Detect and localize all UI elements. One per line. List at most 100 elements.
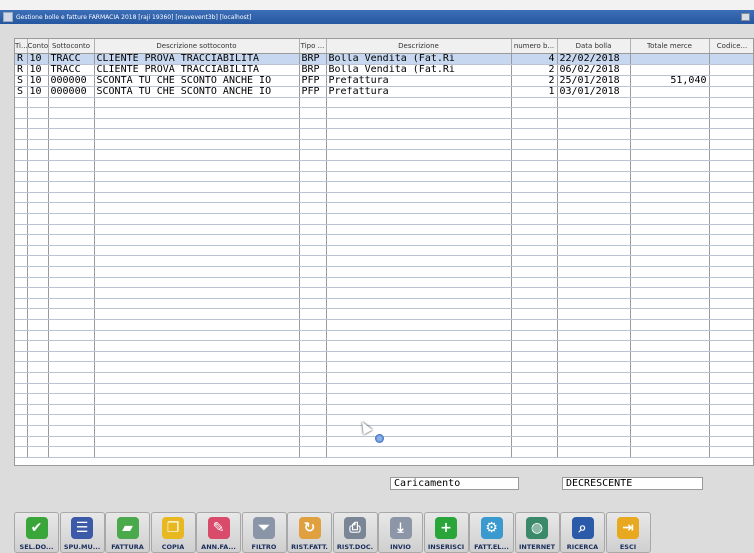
cell-descrizione[interactable]	[326, 118, 512, 130]
cell-numero[interactable]	[511, 308, 558, 320]
cell-tipo-doc[interactable]	[299, 298, 327, 310]
cell-descrizione[interactable]	[326, 224, 512, 236]
cell-tipo[interactable]	[15, 319, 28, 331]
table-row[interactable]	[15, 361, 753, 373]
cell-descrizione[interactable]	[326, 97, 512, 109]
cell-tipo[interactable]: S	[15, 75, 28, 87]
cell-totale-merce[interactable]	[630, 298, 710, 310]
cell-codice[interactable]	[709, 425, 753, 437]
cell-descrizione-sottoconto[interactable]	[94, 139, 300, 151]
cell-totale-merce[interactable]	[630, 277, 710, 289]
table-row[interactable]	[15, 266, 753, 278]
cell-descrizione[interactable]	[326, 393, 512, 405]
cell-descrizione[interactable]	[326, 192, 512, 204]
cell-totale-merce[interactable]	[630, 107, 710, 119]
cell-totale-merce[interactable]	[630, 139, 710, 151]
cell-tipo-doc[interactable]	[299, 266, 327, 278]
cell-numero[interactable]	[511, 436, 558, 448]
cell-codice[interactable]	[709, 330, 753, 342]
cell-tipo[interactable]	[15, 107, 28, 119]
cell-conto[interactable]	[27, 308, 49, 320]
cell-conto[interactable]	[27, 181, 49, 193]
cell-totale-merce[interactable]	[630, 340, 710, 352]
cell-totale-merce[interactable]	[630, 414, 710, 426]
cell-sottoconto[interactable]	[48, 330, 95, 342]
cell-tipo[interactable]	[15, 425, 28, 437]
table-row[interactable]	[15, 287, 753, 299]
cell-tipo-doc[interactable]: PFP	[299, 75, 327, 87]
cell-numero[interactable]	[511, 393, 558, 405]
table-row[interactable]	[15, 383, 753, 395]
cell-descrizione-sottoconto[interactable]: SCONTA TU CHE SCONTO ANCHE IO	[94, 86, 300, 98]
column-header-descrizione-sottoconto[interactable]: Descrizione sottoconto	[94, 39, 300, 54]
table-row[interactable]	[15, 425, 753, 437]
cell-totale-merce[interactable]	[630, 255, 710, 267]
table-row[interactable]	[15, 213, 753, 225]
cell-conto[interactable]	[27, 436, 49, 448]
cell-totale-merce[interactable]	[630, 436, 710, 448]
cell-tipo[interactable]	[15, 351, 28, 363]
cell-tipo-doc[interactable]	[299, 202, 327, 215]
cell-tipo[interactable]	[15, 234, 28, 246]
cell-numero[interactable]	[511, 213, 558, 225]
cell-numero[interactable]	[511, 224, 558, 236]
cell-totale-merce[interactable]	[630, 245, 710, 257]
cell-conto[interactable]	[27, 107, 49, 119]
cell-data-bolla[interactable]	[557, 277, 631, 289]
cell-tipo[interactable]	[15, 192, 28, 204]
cell-tipo-doc[interactable]: PFP	[299, 86, 327, 98]
cell-tipo[interactable]	[15, 298, 28, 310]
cell-codice[interactable]	[709, 446, 753, 458]
cell-conto[interactable]	[27, 149, 49, 162]
column-header-sottoconto[interactable]: Sottoconto	[48, 39, 95, 54]
cell-sottoconto[interactable]	[48, 213, 95, 225]
cell-totale-merce[interactable]	[630, 361, 710, 373]
table-row[interactable]	[15, 245, 753, 257]
cell-numero[interactable]	[511, 383, 558, 395]
cell-totale-merce[interactable]	[630, 213, 710, 225]
cell-totale-merce[interactable]	[630, 308, 710, 320]
minimize-button[interactable]	[741, 13, 750, 21]
cell-sottoconto[interactable]	[48, 255, 95, 267]
cell-descrizione[interactable]	[326, 372, 512, 384]
cell-data-bolla[interactable]	[557, 351, 631, 363]
cell-numero[interactable]	[511, 351, 558, 363]
table-row[interactable]	[15, 446, 753, 458]
cell-tipo[interactable]	[15, 446, 28, 458]
cell-totale-merce[interactable]: 51,040	[630, 75, 710, 87]
cell-numero[interactable]	[511, 319, 558, 331]
cell-numero[interactable]	[511, 181, 558, 193]
cell-descrizione-sottoconto[interactable]	[94, 446, 300, 458]
rist-fatt-button[interactable]: ↻ RIST.FATT.	[287, 512, 332, 553]
cell-tipo-doc[interactable]	[299, 160, 327, 172]
cell-conto[interactable]	[27, 118, 49, 130]
cell-conto[interactable]	[27, 414, 49, 426]
cell-conto[interactable]	[27, 234, 49, 246]
cell-totale-merce[interactable]	[630, 266, 710, 278]
cell-tipo-doc[interactable]	[299, 446, 327, 458]
cell-tipo[interactable]	[15, 330, 28, 342]
cell-descrizione-sottoconto[interactable]	[94, 351, 300, 363]
cell-sottoconto[interactable]	[48, 192, 95, 204]
table-row[interactable]	[15, 351, 753, 363]
cell-descrizione[interactable]	[326, 361, 512, 373]
cell-descrizione-sottoconto[interactable]	[94, 298, 300, 310]
cell-sottoconto[interactable]	[48, 393, 95, 405]
cell-descrizione[interactable]	[326, 404, 512, 416]
cell-totale-merce[interactable]	[630, 53, 710, 65]
cell-descrizione-sottoconto[interactable]: CLIENTE PROVA TRACCIABILITA	[94, 64, 300, 76]
cell-data-bolla[interactable]	[557, 404, 631, 416]
cell-tipo-doc[interactable]	[299, 192, 327, 204]
cell-numero[interactable]	[511, 266, 558, 278]
cell-conto[interactable]	[27, 383, 49, 395]
cell-descrizione[interactable]	[326, 149, 512, 162]
cell-tipo-doc[interactable]	[299, 287, 327, 299]
table-row[interactable]: R 10 TRACC CLIENTE PROVA TRACCIABILITA BRP Bo…	[15, 64, 753, 76]
cell-conto[interactable]	[27, 319, 49, 331]
cell-numero[interactable]: 1	[511, 86, 558, 98]
cell-descrizione[interactable]	[326, 351, 512, 363]
cell-numero[interactable]	[511, 414, 558, 426]
cell-numero[interactable]	[511, 202, 558, 215]
cell-tipo[interactable]	[15, 308, 28, 320]
table-row[interactable]	[15, 277, 753, 289]
